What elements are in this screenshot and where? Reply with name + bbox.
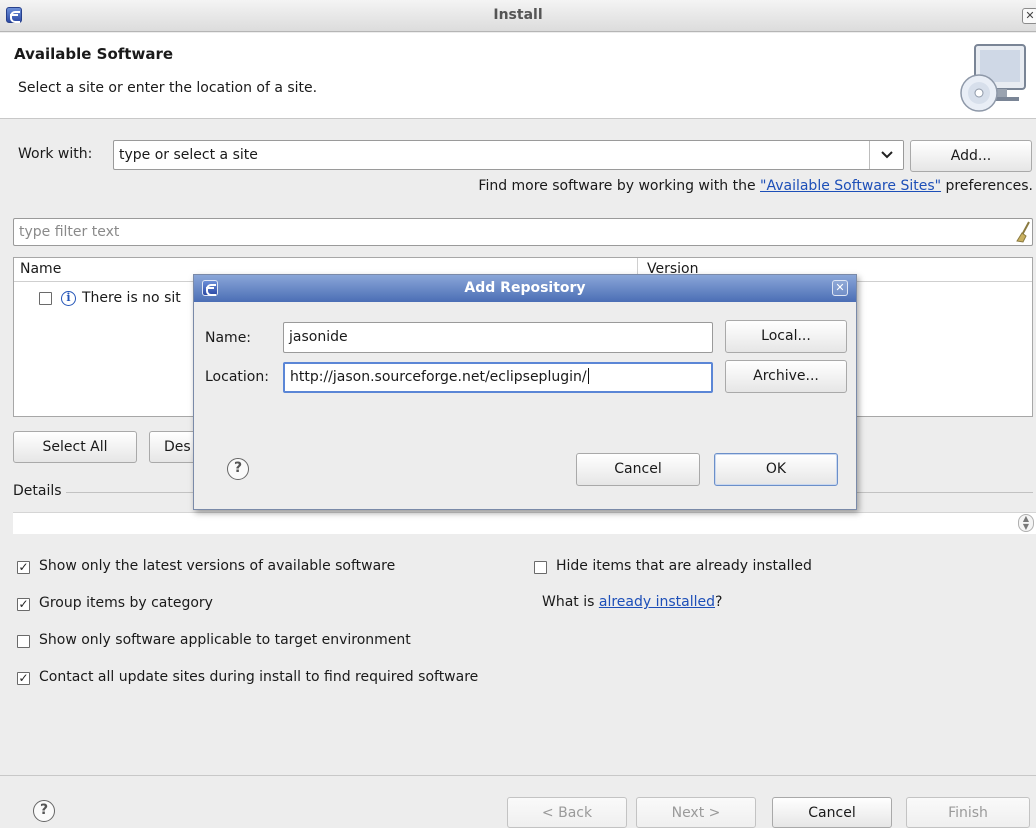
page-description: Select a site or enter the location of a… <box>18 80 318 96</box>
hide-installed-checkbox[interactable] <box>534 561 547 574</box>
footer-divider <box>0 775 1036 776</box>
local-button[interactable]: Local... <box>725 320 847 353</box>
table-row-label: There is no sit <box>82 290 181 306</box>
available-sites-hint: Find more software by working with the "… <box>478 178 1033 194</box>
info-icon: i <box>61 291 76 306</box>
table-row-checkbox[interactable] <box>39 292 52 305</box>
contact-sites-label: Contact all update sites during install … <box>39 669 479 685</box>
group-by-category-label: Group items by category <box>39 595 213 611</box>
already-installed-link[interactable]: already installed <box>599 594 715 610</box>
wizard-header: Available Software Select a site or ente… <box>0 33 1036 119</box>
add-site-button[interactable]: Add... <box>910 140 1032 172</box>
dialog-help-icon[interactable]: ? <box>227 458 249 480</box>
clear-filter-icon[interactable] <box>1014 221 1032 243</box>
archive-button[interactable]: Archive... <box>725 360 847 393</box>
page-title: Available Software <box>14 45 174 63</box>
column-header-name[interactable]: Name <box>20 261 61 277</box>
group-by-category-checkbox[interactable]: ✓ <box>17 598 30 611</box>
help-icon[interactable]: ? <box>33 800 55 822</box>
dialog-title-bar: Add Repository ✕ <box>194 275 856 302</box>
contact-sites-checkbox[interactable]: ✓ <box>17 672 30 685</box>
name-label: Name: <box>205 330 252 346</box>
hide-installed-label: Hide items that are already installed <box>556 558 812 574</box>
dialog-close-icon[interactable]: ✕ <box>832 280 848 296</box>
cancel-button[interactable]: Cancel <box>772 797 892 828</box>
location-input[interactable]: http://jason.sourceforge.net/eclipseplug… <box>283 362 713 393</box>
details-scroll-icon[interactable]: ▲ ▼ <box>1018 514 1034 532</box>
show-applicable-checkbox[interactable] <box>17 635 30 648</box>
add-repository-dialog: Add Repository ✕ Name: jasonide Local...… <box>193 274 857 510</box>
show-latest-label: Show only the latest versions of availab… <box>39 558 396 574</box>
dialog-ok-button[interactable]: OK <box>714 453 838 486</box>
window-title: Install <box>493 7 543 23</box>
details-text-area[interactable] <box>13 512 1036 534</box>
work-with-combo[interactable]: type or select a site <box>113 140 904 170</box>
work-with-label: Work with: <box>18 146 93 162</box>
finish-button[interactable]: Finish <box>906 797 1030 828</box>
details-label: Details <box>13 483 66 499</box>
select-all-button[interactable]: Select All <box>13 431 137 463</box>
dialog-title: Add Repository <box>464 280 586 296</box>
work-with-input[interactable]: type or select a site <box>119 147 258 163</box>
show-latest-checkbox[interactable]: ✓ <box>17 561 30 574</box>
already-installed-text: What is already installed? <box>542 594 723 610</box>
next-button[interactable]: Next > <box>636 797 756 828</box>
dialog-cancel-button[interactable]: Cancel <box>576 453 700 486</box>
window-title-bar: Install ✕ <box>0 0 1036 32</box>
install-graphic-icon <box>960 44 1026 112</box>
filter-input[interactable]: type filter text <box>13 218 1033 246</box>
close-icon[interactable]: ✕ <box>1022 8 1036 24</box>
show-applicable-label: Show only software applicable to target … <box>39 632 411 648</box>
name-input[interactable]: jasonide <box>283 322 713 353</box>
available-software-sites-link[interactable]: "Available Software Sites" <box>760 178 941 194</box>
back-button[interactable]: < Back <box>507 797 627 828</box>
chevron-down-icon[interactable] <box>869 141 903 169</box>
location-label: Location: <box>205 369 269 385</box>
text-cursor <box>587 368 589 384</box>
